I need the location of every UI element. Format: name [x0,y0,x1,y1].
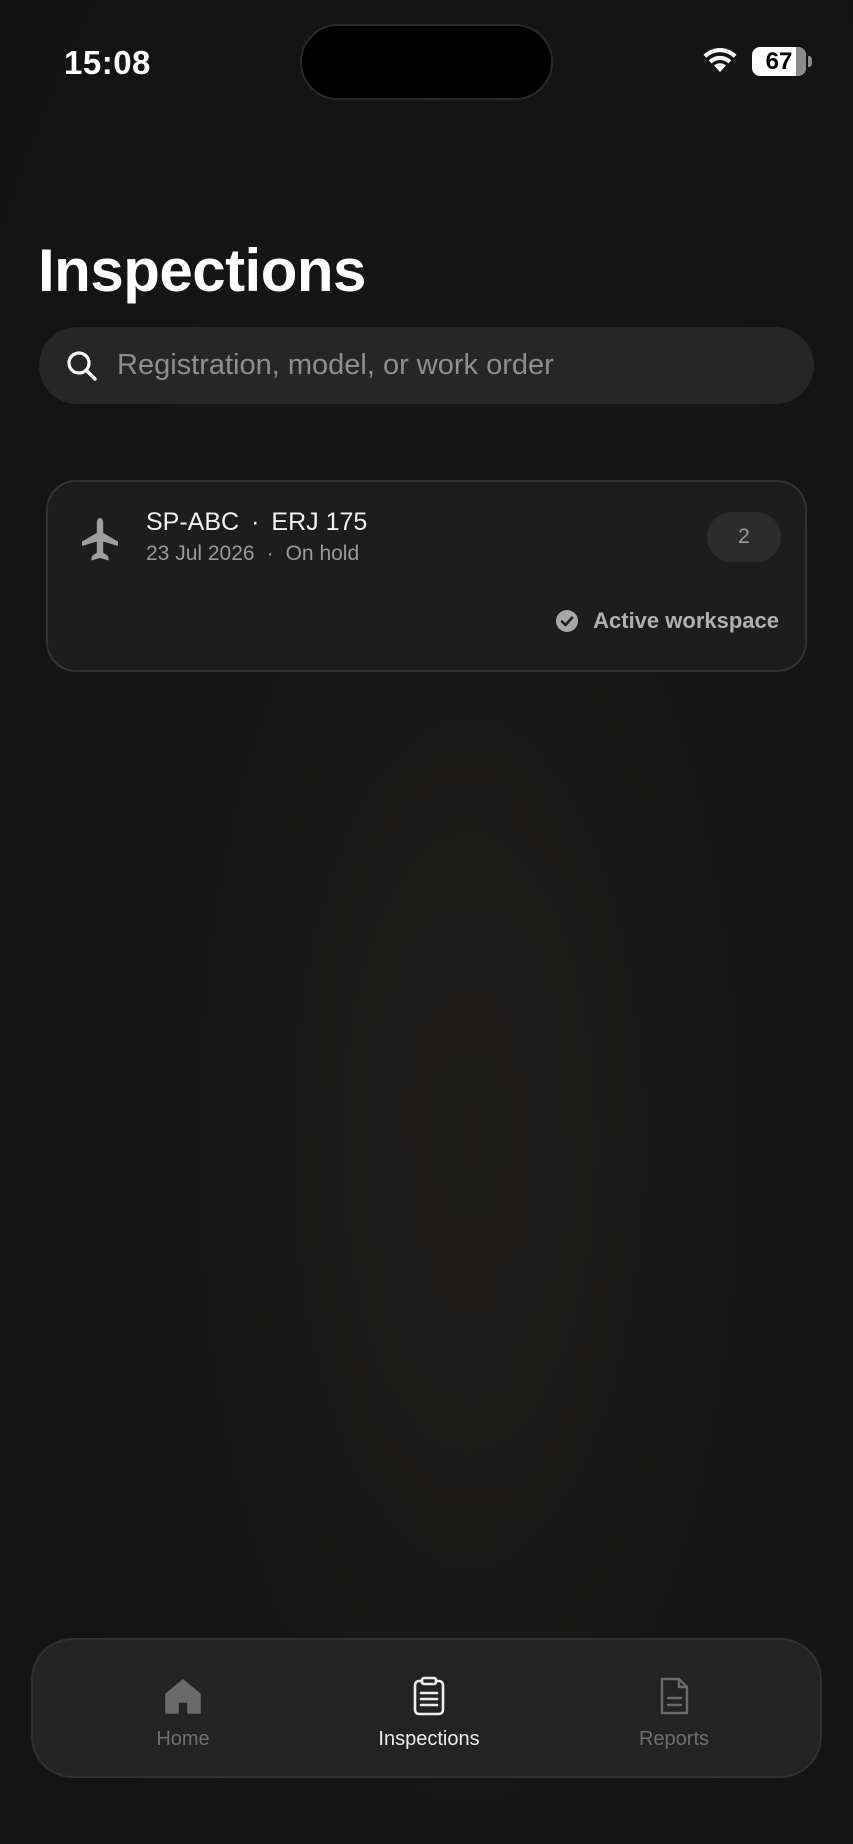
document-icon [660,1677,689,1715]
clipboard-icon [413,1676,445,1716]
tab-home[interactable]: Home [83,1640,283,1776]
tab-inspections[interactable]: Inspections [329,1640,529,1776]
airplane-icon [82,518,118,561]
inspection-title: SP-ABC · ERJ 175 [146,508,368,536]
inspection-status: On hold [285,542,360,565]
aircraft-registration: SP-ABC [146,508,240,536]
tab-home-label: Home [156,1728,210,1750]
finding-count-badge: 2 [707,512,781,562]
search-placeholder: Registration, model, or work order [117,349,554,381]
home-icon [165,1679,201,1714]
dynamic-island [300,24,553,100]
page-title: Inspections [38,237,366,304]
battery-level: 67 [765,47,793,75]
inspection-date: 23 Jul 2026 [146,542,255,565]
search-input[interactable]: Registration, model, or work order [39,327,814,404]
battery-cap [808,56,812,67]
tab-reports[interactable]: Reports [574,1640,774,1776]
tab-reports-label: Reports [638,1728,710,1750]
aircraft-model: ERJ 175 [271,508,368,536]
inspection-subtitle: 23 Jul 2026 · On hold [146,542,360,565]
inspections-screen: 15:08 67 Inspections Registration, model… [0,0,853,1844]
checkmark-circle-icon [556,610,579,632]
wifi-icon [703,48,737,72]
search-icon [67,350,97,381]
inspection-card[interactable]: SP-ABC · ERJ 175 23 Jul 2026 · On hold 2 Act… [46,480,807,672]
battery-indicator: 67 [752,47,806,76]
status-time: 15:08 [64,44,151,81]
tab-inspections-label: Inspections [378,1728,480,1750]
tab-bar: Home Inspections Reports [31,1638,822,1778]
active-workspace-indicator: Active workspace [555,608,779,634]
active-workspace-label: Active workspace [593,608,779,633]
